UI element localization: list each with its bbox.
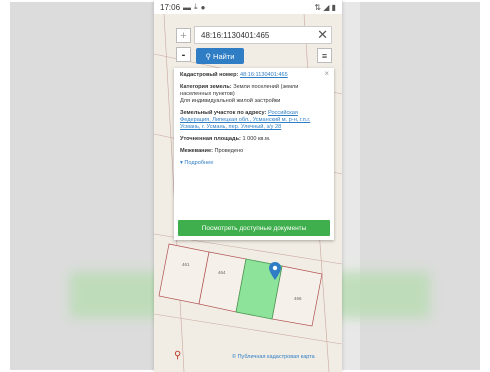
cadastral-number-link[interactable]: 48:16:1130401:465 [240,72,288,78]
signal-indicators: ⇅ ◢ ▮ [314,2,336,12]
search-input[interactable]: 48:16:1130401:465 ✕ [194,26,332,44]
status-bar: 17:06 ▬ ⤓ ● ⇅ ◢ ▮ [154,0,342,14]
chevron-down-icon: ▾ [180,160,183,166]
view-documents-button[interactable]: Посмотреть доступные документы [178,220,330,236]
area-row: Уточненная площадь: 1 000 кв.м. [180,136,328,143]
area-value: 1 000 кв.м. [242,136,271,142]
category-label: Категория земель: [180,84,232,90]
more-label: Подробнее [184,160,214,166]
survey-row: Межевание: Проведено [180,148,328,155]
address-label: Земельный участок по адресу: [180,110,267,116]
area-label: Уточненная площадь: [180,136,241,142]
more-link[interactable]: ▾ Подробнее [180,160,328,167]
zoom-out-button[interactable]: - [176,47,191,62]
app-icon: ● [200,2,206,12]
download-icon: ⤓ [194,2,198,11]
survey-value: Проведено [214,148,244,154]
message-icon: ▬ [183,2,192,12]
parcel-label: 464 [218,270,226,275]
parcel-label: 461 [182,262,190,267]
category-row: Категория земель: Земли поселений (земли… [180,84,328,105]
panel-close-icon[interactable]: × [324,70,329,78]
close-icon[interactable]: ✕ [317,28,328,42]
category-use: Для индивидуальной жилой застройки [180,98,281,104]
parcel-info-panel: × Кадастровый номер: 48:16:1130401:465 К… [174,68,334,240]
phone-screen: 17:06 ▬ ⤓ ● ⇅ ◢ ▮ 461 464 466 + - 48:16:… [154,0,342,372]
menu-button[interactable]: ≡ [317,48,332,63]
map-attribution[interactable]: © Публичная кадастровая карта [232,354,315,360]
cadastral-number-row: Кадастровый номер: 48:16:1130401:465 [180,72,328,79]
location-pin-icon[interactable] [269,262,281,280]
cadastral-number-label: Кадастровый номер: [180,72,239,78]
my-location-icon[interactable]: ⚲ [174,350,181,361]
search-icon: ⚲ [205,51,212,61]
survey-label: Межевание: [180,148,213,154]
find-button-label: Найти [213,51,235,61]
parcel-label: 466 [294,296,302,301]
search-value: 48:16:1130401:465 [201,30,270,40]
zoom-in-button[interactable]: + [176,28,191,43]
address-row: Земельный участок по адресу: Российская … [180,110,328,131]
status-time: 17:06 [160,2,181,12]
find-button[interactable]: ⚲ Найти [196,48,244,64]
